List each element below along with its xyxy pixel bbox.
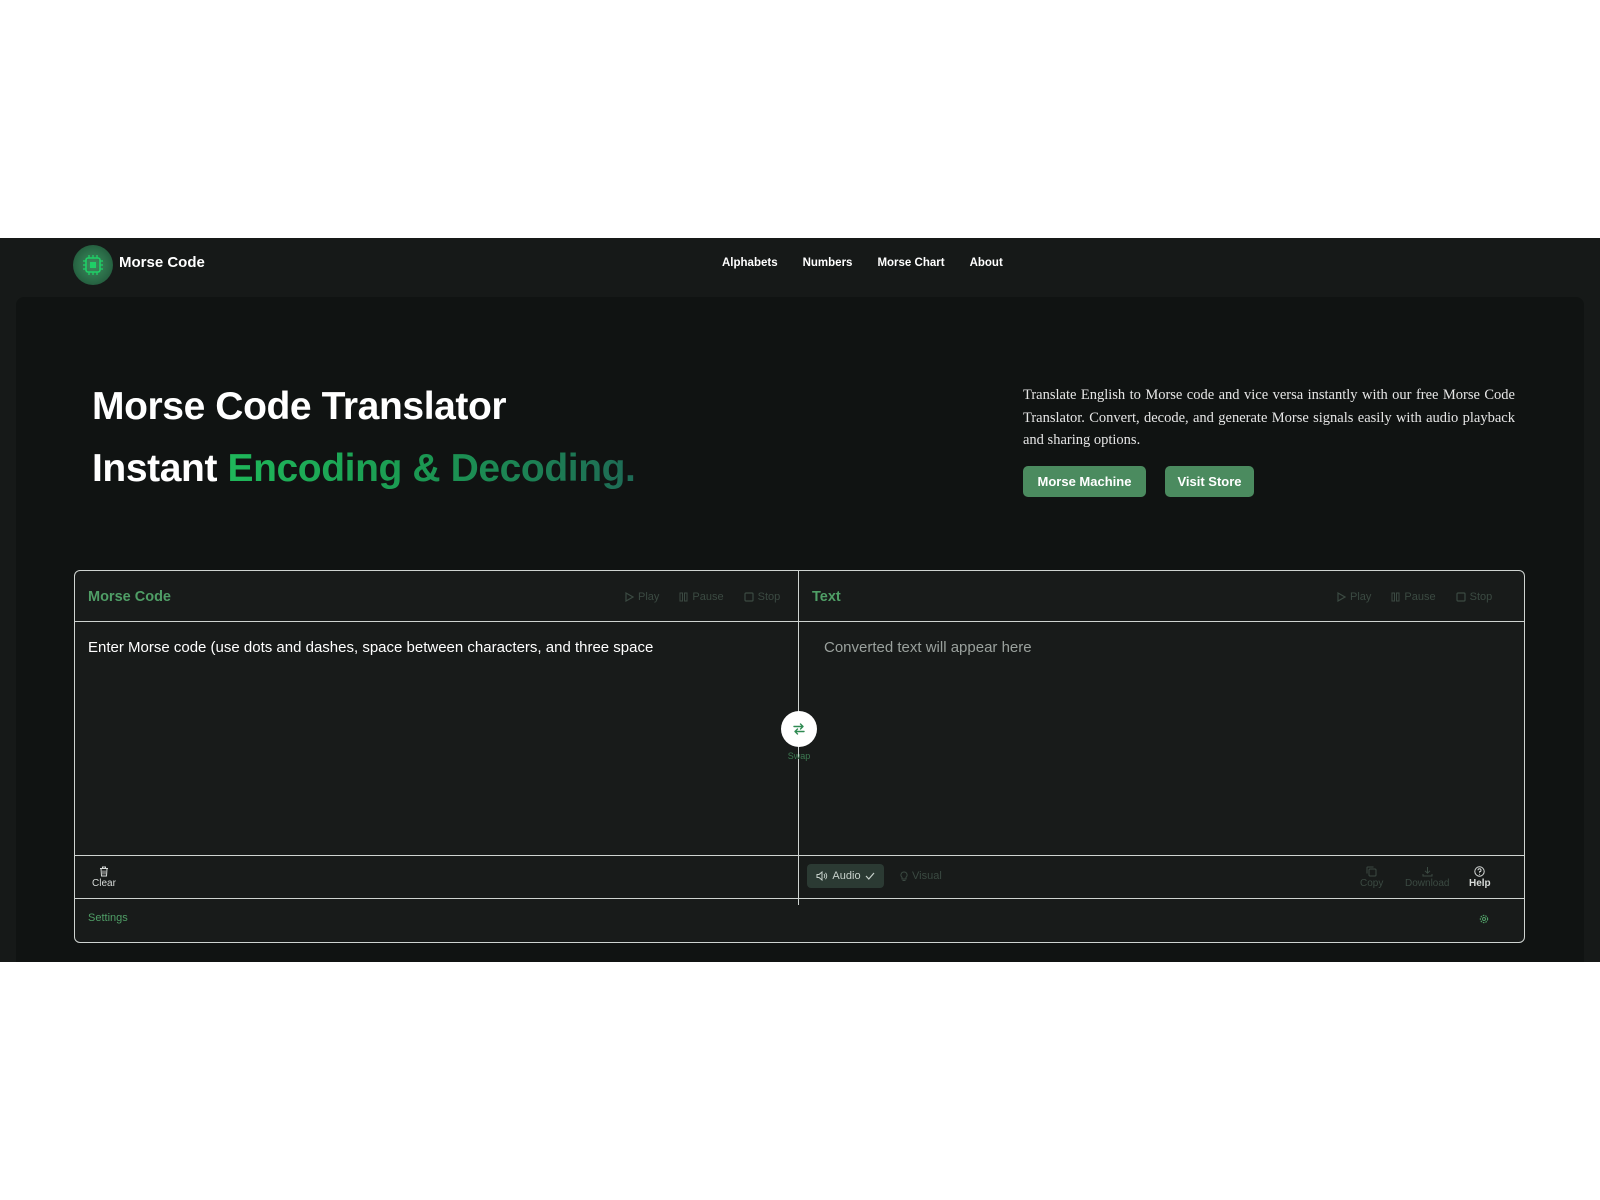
morse-pause-button[interactable]: Pause xyxy=(679,591,724,603)
header-divider xyxy=(75,621,1524,622)
translator-panel: Morse Code Play Pause Stop Text Play Pau… xyxy=(74,570,1525,943)
hero-section: Morse Code Translator Instant Encoding &… xyxy=(16,297,1584,962)
visual-mode-toggle[interactable]: Visual xyxy=(900,870,942,882)
morse-input[interactable]: Enter Morse code (use dots and dashes, s… xyxy=(88,638,778,838)
hero-title: Morse Code Translator xyxy=(92,385,507,428)
copy-label: Copy xyxy=(1360,878,1384,889)
clear-button[interactable]: Clear xyxy=(92,866,116,889)
swap-label: Swap xyxy=(787,751,811,761)
top-nav: Morse Code Alphabets Numbers Morse Chart… xyxy=(0,238,1600,297)
gear-icon[interactable] xyxy=(1478,912,1490,930)
help-icon xyxy=(1474,866,1486,877)
hero-description: Translate English to Morse code and vice… xyxy=(1023,387,1515,448)
nav-link-numbers[interactable]: Numbers xyxy=(803,257,853,269)
morse-stop-button[interactable]: Stop xyxy=(744,591,781,603)
stop-icon xyxy=(744,592,754,602)
audio-label: Audio xyxy=(832,870,861,882)
text-pause-label: Pause xyxy=(1404,591,1436,603)
help-button[interactable]: Help xyxy=(1469,866,1491,889)
text-play-label: Play xyxy=(1350,591,1372,603)
morse-playback-controls: Play Pause Stop xyxy=(625,591,780,603)
morse-stop-label: Stop xyxy=(757,591,781,603)
text-stop-label: Stop xyxy=(1469,591,1493,603)
play-icon xyxy=(625,592,634,602)
hero-subtitle: Instant Encoding & Decoding. xyxy=(92,447,636,491)
footer-divider xyxy=(75,855,1524,856)
nav-links: Alphabets Numbers Morse Chart About xyxy=(722,257,1003,269)
visual-label: Visual xyxy=(912,870,942,882)
check-icon xyxy=(865,872,875,880)
stop-icon xyxy=(1456,592,1466,602)
text-stop-button[interactable]: Stop xyxy=(1456,591,1493,603)
brand-name[interactable]: Morse Code xyxy=(119,254,205,271)
trash-icon xyxy=(99,866,108,877)
pause-icon xyxy=(679,592,688,602)
help-label: Help xyxy=(1469,878,1491,889)
swap-icon xyxy=(793,723,805,735)
nav-link-alphabets[interactable]: Alphabets xyxy=(722,257,778,269)
text-output[interactable]: Converted text will appear here xyxy=(824,638,1504,838)
download-icon xyxy=(1422,867,1433,877)
lightbulb-icon xyxy=(900,870,908,881)
visit-store-button[interactable]: Visit Store xyxy=(1165,466,1254,497)
settings-divider xyxy=(75,898,1524,899)
text-play-button[interactable]: Play xyxy=(1337,591,1371,603)
morse-pause-label: Pause xyxy=(692,591,724,603)
text-playback-controls: Play Pause Stop xyxy=(1337,591,1492,603)
morse-machine-button[interactable]: Morse Machine xyxy=(1023,466,1146,497)
play-icon xyxy=(1337,592,1346,602)
logo-icon[interactable] xyxy=(73,245,113,285)
copy-icon xyxy=(1366,866,1377,877)
hero-subtitle-accent: Encoding & Decoding. xyxy=(227,447,636,490)
text-pane-title: Text xyxy=(812,589,841,605)
morse-pane-title: Morse Code xyxy=(88,589,171,605)
settings-label[interactable]: Settings xyxy=(88,912,128,924)
clear-label: Clear xyxy=(92,878,116,889)
audio-mode-toggle[interactable]: Audio xyxy=(807,864,884,888)
swap-button[interactable] xyxy=(781,711,817,747)
copy-button[interactable]: Copy xyxy=(1360,866,1383,889)
morse-play-button[interactable]: Play xyxy=(625,591,659,603)
download-label: Download xyxy=(1405,878,1450,889)
nav-link-about[interactable]: About xyxy=(970,257,1003,269)
morse-play-label: Play xyxy=(638,591,660,603)
page: Morse Code Alphabets Numbers Morse Chart… xyxy=(0,238,1600,962)
text-pause-button[interactable]: Pause xyxy=(1391,591,1436,603)
hero-subtitle-plain: Instant xyxy=(92,447,218,490)
download-button[interactable]: Download xyxy=(1405,866,1449,889)
speaker-icon xyxy=(816,871,828,881)
nav-link-morse-chart[interactable]: Morse Chart xyxy=(877,257,944,269)
pause-icon xyxy=(1391,592,1400,602)
